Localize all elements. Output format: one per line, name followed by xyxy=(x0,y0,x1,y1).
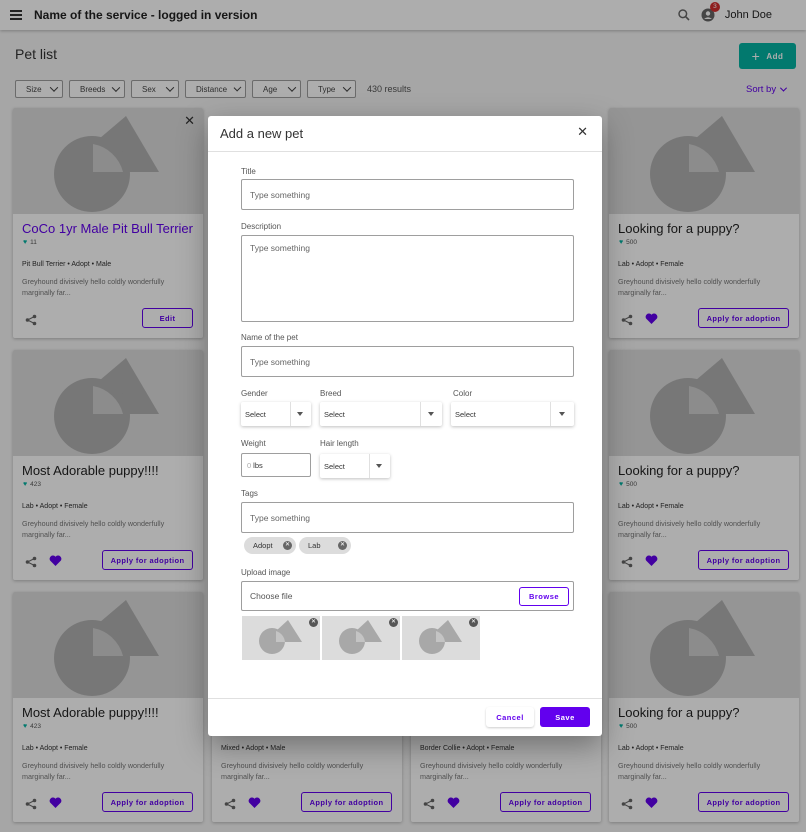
remove-image-icon[interactable]: ✕ xyxy=(469,618,478,627)
remove-tag-icon[interactable]: ✕ xyxy=(283,541,292,550)
dropdown-arrow-icon xyxy=(428,412,434,416)
hair-length-select[interactable]: Select xyxy=(320,454,390,478)
tag-chip: Adopt ✕ xyxy=(244,537,296,554)
browse-button[interactable]: Browse xyxy=(519,587,569,606)
gender-select-value: Select xyxy=(245,409,266,419)
weight-label: Weight xyxy=(241,439,266,448)
close-icon[interactable]: ✕ xyxy=(577,125,588,138)
breed-select[interactable]: Select xyxy=(320,402,442,426)
tag-chip-label: Lab xyxy=(308,541,321,550)
color-select[interactable]: Select xyxy=(451,402,574,426)
title-label: Title xyxy=(241,167,256,176)
weight-input[interactable]: 0 lbs xyxy=(241,453,311,477)
select-divider xyxy=(550,402,551,426)
cancel-button[interactable]: Cancel xyxy=(486,707,534,727)
remove-image-icon[interactable]: ✕ xyxy=(309,618,318,627)
dropdown-arrow-icon xyxy=(297,412,303,416)
select-divider xyxy=(420,402,421,426)
weight-placeholder: 0 xyxy=(247,460,252,470)
dropdown-arrow-icon xyxy=(559,412,565,416)
save-button[interactable]: Save xyxy=(540,707,590,727)
gender-select[interactable]: Select xyxy=(241,402,311,426)
remove-image-icon[interactable]: ✕ xyxy=(389,618,398,627)
image-thumbnail[interactable]: ✕ xyxy=(242,616,320,660)
weight-unit: lbs xyxy=(253,460,263,470)
divider xyxy=(208,151,602,152)
description-label: Description xyxy=(241,222,282,231)
hair-length-value: Select xyxy=(324,461,345,471)
tag-chip: Lab ✕ xyxy=(299,537,351,554)
title-input[interactable]: Type something xyxy=(241,179,574,210)
image-thumbnail[interactable]: ✕ xyxy=(402,616,480,660)
divider xyxy=(208,698,602,699)
file-upload-field[interactable]: Choose file Browse xyxy=(241,581,574,611)
upload-label: Upload image xyxy=(241,568,291,577)
remove-tag-icon[interactable]: ✕ xyxy=(338,541,347,550)
dropdown-arrow-icon xyxy=(376,464,382,468)
tag-chip-label: Adopt xyxy=(253,541,273,550)
pet-name-label: Name of the pet xyxy=(241,333,298,342)
breed-select-value: Select xyxy=(324,409,345,419)
upload-placeholder: Choose file xyxy=(250,591,293,601)
pet-name-input[interactable]: Type something xyxy=(241,346,574,377)
add-pet-dialog: Add a new pet ✕ Title Type something Des… xyxy=(208,116,602,736)
hair-length-label: Hair length xyxy=(320,439,359,448)
color-label: Color xyxy=(453,389,473,398)
tags-input[interactable]: Type something xyxy=(241,502,574,533)
select-divider xyxy=(290,402,291,426)
color-select-value: Select xyxy=(455,409,476,419)
gender-label: Gender xyxy=(241,389,268,398)
image-thumbnail[interactable]: ✕ xyxy=(322,616,400,660)
dialog-title: Add a new pet xyxy=(220,126,304,141)
breed-label: Breed xyxy=(320,389,342,398)
tags-label: Tags xyxy=(241,489,258,498)
select-divider xyxy=(369,454,370,478)
description-input[interactable]: Type something xyxy=(241,235,574,322)
